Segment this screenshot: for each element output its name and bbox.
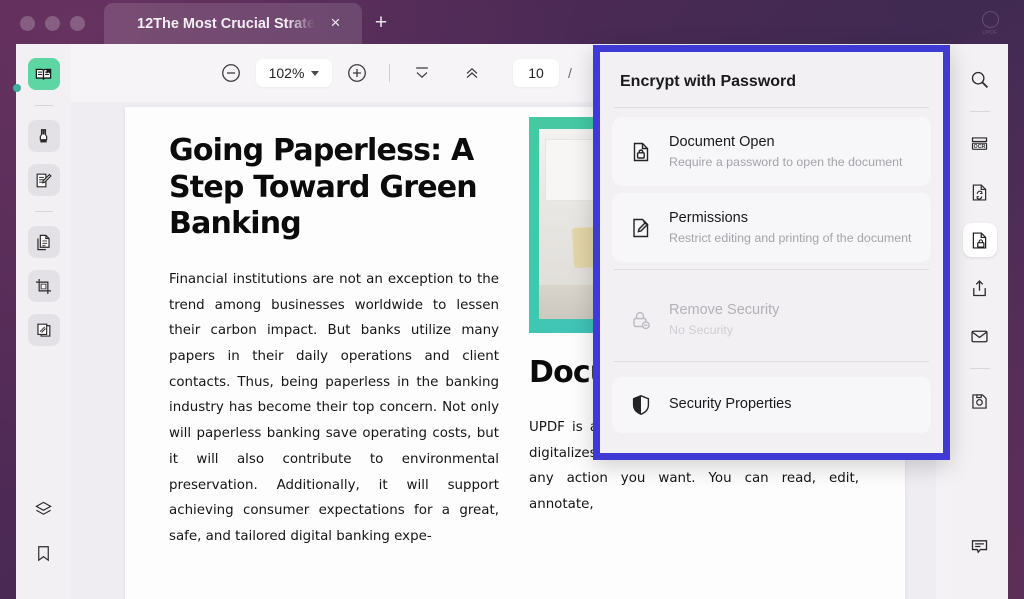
first-page-icon bbox=[412, 63, 432, 83]
page-total-separator: / bbox=[568, 65, 572, 81]
sidebar-item-comments[interactable] bbox=[963, 529, 997, 563]
encrypt-panel-title: Encrypt with Password bbox=[620, 73, 797, 90]
encrypt-panel-gap-1 bbox=[612, 270, 931, 285]
crop-icon bbox=[34, 277, 53, 296]
menu-item-text: Permissions Restrict editing and printin… bbox=[669, 208, 911, 248]
zoom-level-value: 102% bbox=[268, 65, 305, 81]
sidebar-item-protect[interactable] bbox=[962, 223, 997, 257]
encrypt-with-password-panel: Encrypt with Password Document Open Requ… bbox=[593, 45, 950, 460]
sidebar-item-crop-pages[interactable] bbox=[27, 270, 60, 302]
bookmark-icon bbox=[34, 544, 53, 563]
menu-item-subtitle: Restrict editing and printing of the doc… bbox=[669, 230, 912, 245]
menu-item-title: Permissions bbox=[669, 209, 748, 226]
menu-item-text: Remove Security No Security bbox=[669, 300, 779, 340]
left-sidebar-bottom-group bbox=[28, 493, 60, 599]
sidebar-status-dot bbox=[13, 84, 21, 92]
layers-icon bbox=[34, 500, 53, 519]
sidebar-item-organize-pages[interactable] bbox=[27, 226, 60, 258]
title-bar: 12The Most Crucial Strategies × + UPDF bbox=[0, 0, 1024, 46]
floppy-save-icon bbox=[969, 391, 990, 412]
menu-item-subtitle: Require a password to open the document bbox=[669, 154, 903, 169]
search-icon bbox=[969, 69, 990, 90]
new-tab-icon[interactable]: + bbox=[371, 12, 391, 33]
encrypt-panel-group-primary: Document Open Require a password to open… bbox=[612, 108, 931, 269]
svg-text:OCR: OCR bbox=[974, 144, 986, 150]
copy-pages-icon bbox=[34, 233, 53, 252]
document-tab-title: 12The Most Crucial Strategies bbox=[137, 15, 315, 32]
chevron-down-icon bbox=[311, 70, 320, 76]
marker-pen-icon bbox=[34, 127, 53, 146]
menu-item-title: Document Open bbox=[669, 133, 775, 150]
sidebar-item-layers[interactable] bbox=[28, 493, 60, 525]
sidebar-item-bookmarks[interactable] bbox=[28, 537, 60, 569]
minimize-window-button[interactable] bbox=[45, 16, 60, 31]
share-upload-icon bbox=[969, 278, 990, 299]
shield-icon bbox=[628, 392, 654, 418]
sidebar-item-reader-mode[interactable] bbox=[27, 58, 60, 90]
sidebar-item-page-thumbnails[interactable] bbox=[27, 314, 60, 346]
plus-circle-icon bbox=[346, 62, 368, 84]
left-sidebar bbox=[16, 44, 71, 599]
menu-item-document-open[interactable]: Document Open Require a password to open… bbox=[612, 117, 931, 186]
convert-document-icon bbox=[969, 182, 990, 203]
document-pencil-icon bbox=[628, 215, 654, 241]
minus-circle-icon bbox=[220, 62, 242, 84]
stacked-pages-icon bbox=[34, 321, 53, 340]
document-tab[interactable]: 12The Most Crucial Strategies × bbox=[104, 3, 362, 44]
document-lock-icon bbox=[628, 139, 654, 165]
comment-bubble-icon bbox=[969, 536, 990, 557]
menu-item-subtitle: No Security bbox=[669, 322, 734, 337]
encrypt-panel-body: Encrypt with Password Document Open Requ… bbox=[600, 52, 943, 453]
menu-item-security-properties[interactable]: Security Properties bbox=[612, 377, 931, 433]
right-sidebar-divider-1 bbox=[969, 111, 990, 112]
sidebar-item-share[interactable] bbox=[963, 271, 997, 305]
right-sidebar-divider-2 bbox=[969, 368, 990, 369]
zoom-level-selector[interactable]: 102% bbox=[256, 59, 332, 87]
previous-page-icon bbox=[462, 63, 482, 83]
right-sidebar: OCR bbox=[951, 44, 1008, 599]
document-paragraph: Financial institutions are not an except… bbox=[169, 271, 499, 545]
sidebar-item-ocr[interactable]: OCR bbox=[963, 127, 997, 161]
encrypt-panel-gap-2 bbox=[612, 362, 931, 377]
menu-item-title: Remove Security bbox=[669, 301, 780, 318]
sidebar-item-save[interactable] bbox=[963, 384, 997, 418]
toolbar-divider bbox=[389, 64, 390, 82]
close-window-button[interactable] bbox=[20, 16, 35, 31]
book-reader-icon bbox=[34, 65, 53, 84]
menu-item-title: Security Properties bbox=[669, 396, 792, 413]
page-number-value: 10 bbox=[528, 65, 544, 81]
brand-watermark-label: UPDF bbox=[982, 30, 998, 36]
previous-page-button[interactable] bbox=[457, 58, 487, 88]
ocr-icon: OCR bbox=[969, 134, 990, 155]
menu-item-remove-security: Remove Security No Security bbox=[612, 285, 931, 354]
sidebar-item-search[interactable] bbox=[963, 62, 997, 96]
sidebar-item-convert[interactable] bbox=[963, 175, 997, 209]
sidebar-item-highlight-tool[interactable] bbox=[27, 120, 60, 152]
brand-watermark: UPDF bbox=[964, 4, 1016, 44]
document-lock-icon bbox=[969, 230, 990, 251]
right-sidebar-bottom-group bbox=[963, 529, 997, 599]
zoom-in-button[interactable] bbox=[342, 58, 372, 88]
document-edit-icon bbox=[34, 171, 53, 190]
close-tab-icon[interactable]: × bbox=[327, 14, 344, 32]
document-column-left: Going Paperless: A Step Toward Green Ban… bbox=[169, 133, 499, 550]
menu-item-text: Security Properties bbox=[669, 394, 792, 415]
app-window: 12The Most Crucial Strategies × + UPDF bbox=[0, 0, 1024, 599]
sidebar-divider-1 bbox=[34, 105, 53, 106]
brand-watermark-ring bbox=[981, 11, 999, 28]
first-page-button[interactable] bbox=[407, 58, 437, 88]
maximize-window-button[interactable] bbox=[70, 16, 85, 31]
menu-item-permissions[interactable]: Permissions Restrict editing and printin… bbox=[612, 193, 931, 262]
sidebar-divider-2 bbox=[34, 211, 53, 212]
zoom-out-button[interactable] bbox=[216, 58, 246, 88]
sidebar-item-email[interactable] bbox=[963, 319, 997, 353]
lock-remove-icon bbox=[628, 307, 654, 333]
envelope-icon bbox=[969, 326, 990, 347]
sidebar-item-annotate-tool[interactable] bbox=[27, 164, 60, 196]
menu-item-text: Document Open Require a password to open… bbox=[669, 132, 903, 172]
document-heading: Going Paperless: A Step Toward Green Ban… bbox=[169, 133, 478, 242]
window-traffic-lights bbox=[20, 16, 85, 31]
page-number-input[interactable]: 10 bbox=[513, 59, 559, 87]
